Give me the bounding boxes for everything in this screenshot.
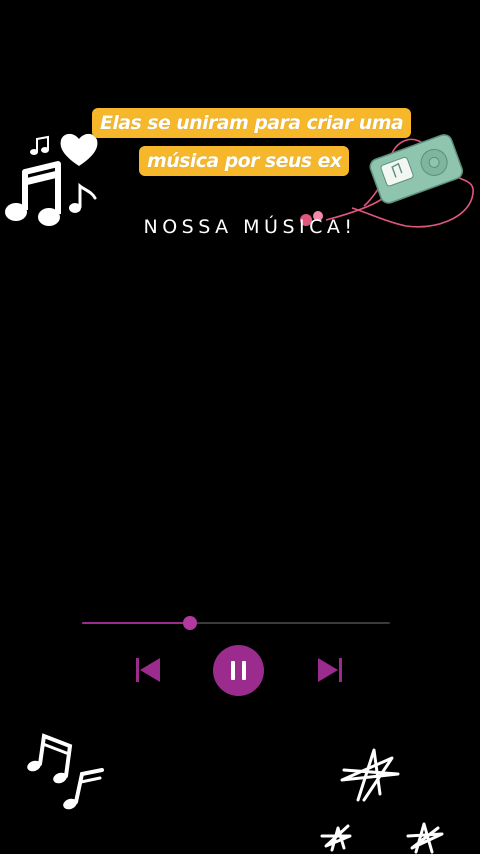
progress-fill xyxy=(82,622,190,624)
pause-icon xyxy=(231,661,235,680)
pause-icon xyxy=(242,661,246,680)
player-controls xyxy=(0,643,480,697)
subtitle: NOSSA MÚSICA! xyxy=(143,216,357,238)
music-notes-icon xyxy=(27,733,104,810)
next-button[interactable] xyxy=(316,657,344,683)
skip-next-icon xyxy=(318,658,342,682)
progress-bar[interactable] xyxy=(82,616,390,630)
pause-button[interactable] xyxy=(213,645,264,696)
progress-thumb[interactable] xyxy=(182,616,197,630)
previous-button[interactable] xyxy=(134,657,162,683)
skip-previous-icon xyxy=(136,658,160,682)
star-doodle-icon xyxy=(320,748,444,854)
